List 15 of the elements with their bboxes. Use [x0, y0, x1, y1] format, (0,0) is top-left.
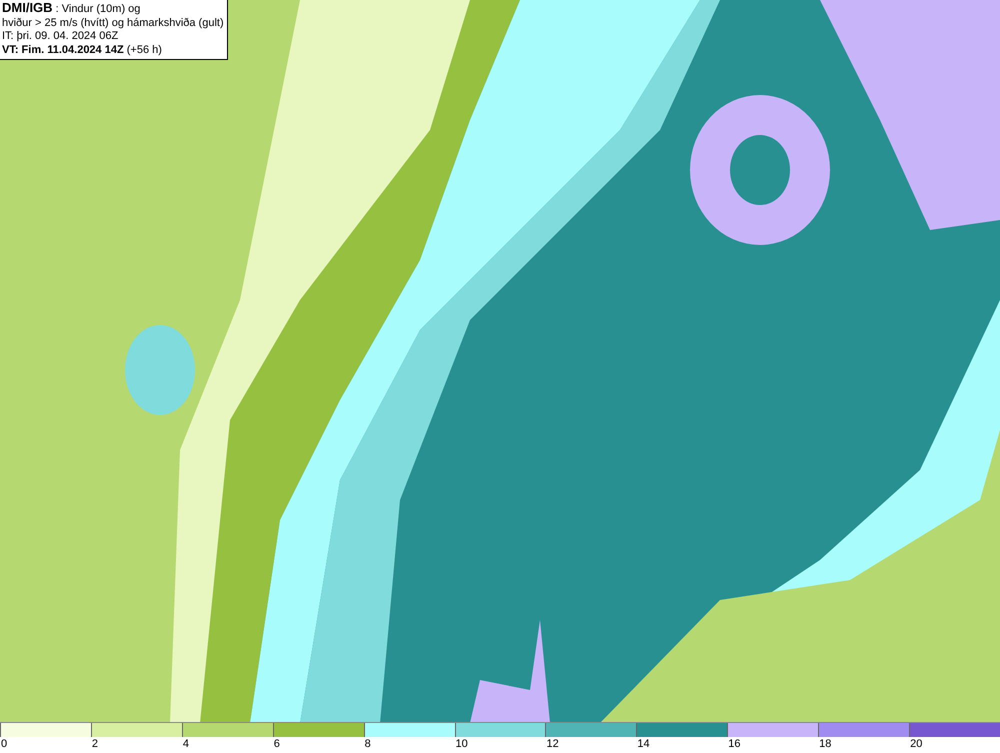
legend-label: 16 — [727, 737, 741, 752]
info-text: DMI/IGB : Vindur (10m) og — [2, 1, 142, 16]
info-text: hviður > 25 m/s (hvítt) og hámarkshviða (gult) — [2, 16, 224, 30]
legend-label: 8 — [364, 737, 371, 752]
legend-label: 14 — [636, 737, 650, 752]
legend-label: 0 — [0, 737, 8, 752]
info-text: VT: Fim. 11.04.2024 14Z (+56 h) — [2, 44, 163, 57]
legend-label: 2 — [90, 737, 98, 752]
legend-label: 6 — [272, 737, 280, 752]
legend-label: 20 — [909, 737, 922, 752]
legend-label: 4 — [182, 737, 189, 752]
legend-label: 10 — [454, 737, 468, 752]
legend-label: 18 — [818, 737, 832, 752]
legend-label: 12 — [545, 737, 559, 752]
info-text: IT: þri. 09. 04. 2024 06Z — [2, 30, 120, 44]
